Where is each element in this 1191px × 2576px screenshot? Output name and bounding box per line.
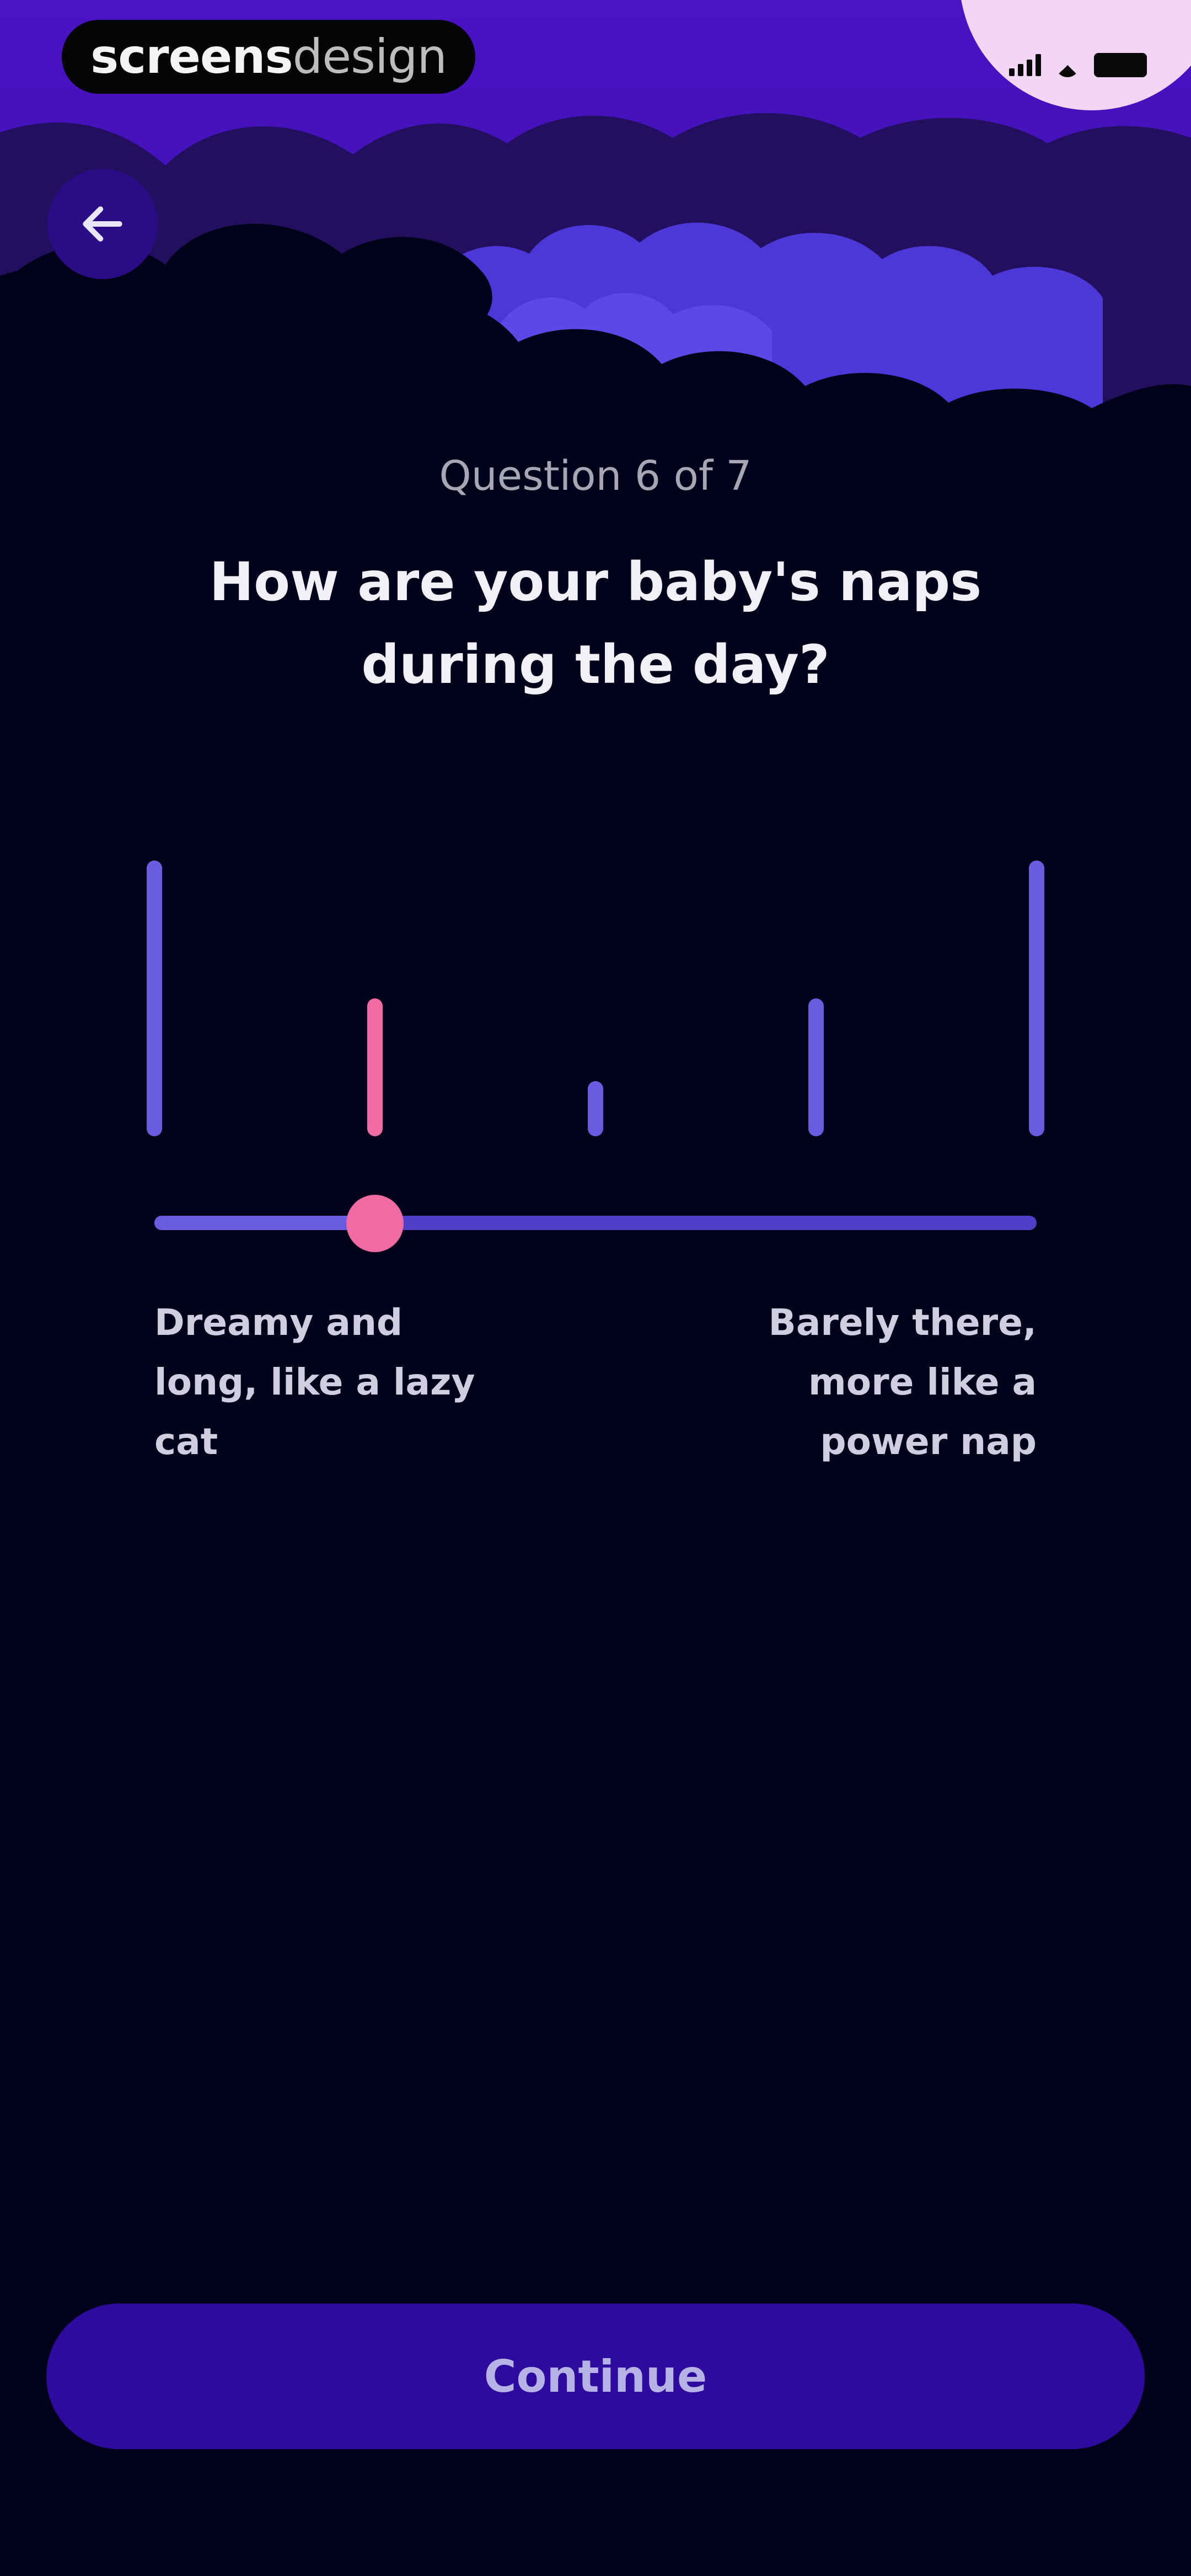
slider-track[interactable] [154,1216,1037,1230]
question-title: How are your baby's naps during the day? [209,551,982,696]
scale-level-bar [808,998,824,1136]
battery-icon [1094,53,1147,77]
scale-level-bar [588,1081,603,1136]
scale-right-label: Barely there, more like a power nap [768,1301,1037,1463]
brand-name-light: design [292,29,447,84]
status-bar [1009,53,1147,77]
scale-level-bar [367,998,383,1136]
scale-level-bar [1029,861,1044,1136]
wifi-icon [1055,53,1080,77]
brand-watermark: screens design [62,20,475,94]
continue-button[interactable]: Continue [46,2304,1145,2449]
question-progress: Question 6 of 7 [439,452,752,500]
scale-left-label: Dreamy and long, like a lazy cat [154,1301,475,1463]
slider-fill [154,1216,375,1230]
back-button[interactable] [47,169,158,279]
brand-name-strong: screens [90,29,293,84]
slider-thumb[interactable] [346,1195,404,1252]
scale-level-bar [147,861,162,1136]
arrow-left-icon [83,206,122,242]
signal-icon [1009,54,1041,76]
scale-level-bars [132,849,1059,1136]
